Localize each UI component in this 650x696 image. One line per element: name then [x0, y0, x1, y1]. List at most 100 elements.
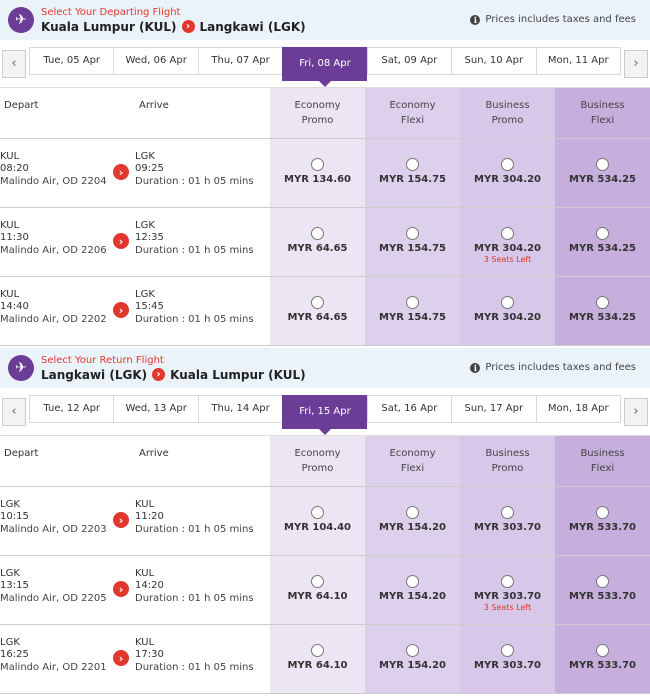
fare-radio-button[interactable]: [596, 158, 609, 171]
fare-cell[interactable]: MYR 104.40: [270, 487, 365, 555]
fare-radio-button[interactable]: [311, 644, 324, 657]
arrow-right-circle-icon: ›: [113, 650, 129, 666]
next-dates-button[interactable]: ›: [624, 397, 648, 426]
depart-info: KUL 11:30 Malindo Air, OD 2206: [0, 220, 107, 258]
fare-cell[interactable]: MYR 134.60: [270, 139, 365, 207]
fare-price: MYR 534.25: [569, 312, 636, 323]
fare-cell[interactable]: MYR 533.70: [555, 625, 650, 693]
fare-cell[interactable]: MYR 533.70: [555, 487, 650, 555]
next-dates-button[interactable]: ›: [624, 49, 648, 78]
fare-cell[interactable]: MYR 303.70: [460, 625, 555, 693]
fare-class-name: Economy: [294, 448, 341, 459]
date-tab[interactable]: Thu, 14 Apr: [197, 394, 283, 423]
date-tab[interactable]: Wed, 06 Apr: [113, 46, 198, 75]
fare-class-type: Promo: [491, 115, 524, 126]
arrive-info: KUL 17:30 Duration : 01 h 05 mins: [135, 637, 254, 675]
fare-cell[interactable]: MYR 154.75: [365, 277, 460, 345]
depart-info: LGK 13:15 Malindo Air, OD 2205: [0, 568, 107, 606]
prev-dates-button[interactable]: ‹: [2, 397, 26, 426]
fare-radio-button[interactable]: [406, 158, 419, 171]
prev-dates-button[interactable]: ‹: [2, 49, 26, 78]
date-tab[interactable]: Mon, 11 Apr: [535, 46, 621, 75]
depart-time: 10:15: [0, 511, 29, 522]
date-tab[interactable]: Thu, 07 Apr: [197, 46, 283, 75]
flight-row: KUL 08:20 Malindo Air, OD 2204 › LGK 09:25 Dur…: [0, 139, 650, 208]
date-tabs: Tue, 05 Apr Wed, 06 Apr Thu, 07 Apr Fri, 08…: [29, 46, 621, 87]
fare-radio-button[interactable]: [311, 227, 324, 240]
depart-cell: LGK 10:15 Malindo Air, OD 2203 ›: [0, 487, 135, 555]
fare-radio-button[interactable]: [596, 227, 609, 240]
fare-radio-button[interactable]: [311, 296, 324, 309]
chevron-left-icon: ‹: [11, 404, 17, 419]
fare-cell[interactable]: MYR 304.20: [460, 277, 555, 345]
fare-cell[interactable]: MYR 534.25: [555, 208, 650, 276]
date-tab[interactable]: Tue, 12 Apr: [29, 394, 114, 423]
fare-cell[interactable]: MYR 154.75: [365, 208, 460, 276]
depart-header: Depart: [4, 448, 39, 459]
date-tab[interactable]: Sun, 10 Apr: [451, 46, 536, 75]
plane-icon: ✈: [8, 355, 34, 381]
fare-cell[interactable]: MYR 64.65: [270, 277, 365, 345]
flight-duration: Duration : 01 h 05 mins: [135, 314, 254, 325]
fare-cell[interactable]: MYR 303.70: [460, 487, 555, 555]
fare-cell[interactable]: MYR 304.20: [460, 139, 555, 207]
fare-radio-button[interactable]: [501, 158, 514, 171]
fare-radio-button[interactable]: [311, 575, 324, 588]
fare-price: MYR 533.70: [569, 591, 636, 602]
arrow-right-circle-icon: ›: [113, 581, 129, 597]
fare-radio-button[interactable]: [501, 575, 514, 588]
fare-cell[interactable]: MYR 64.65: [270, 208, 365, 276]
arrow-right-circle-icon: ›: [181, 20, 195, 33]
arrow-right-circle-icon: ›: [152, 368, 166, 381]
date-tab[interactable]: Wed, 13 Apr: [113, 394, 198, 423]
price-info-text: Prices includes taxes and fees: [485, 362, 636, 373]
fare-radio-button[interactable]: [501, 644, 514, 657]
flight-row: KUL 14:40 Malindo Air, OD 2202 › LGK 15:45 Dur…: [0, 277, 650, 346]
depart-cell: KUL 08:20 Malindo Air, OD 2204 ›: [0, 139, 135, 207]
arrive-cell: LGK 15:45 Duration : 01 h 05 mins: [135, 277, 270, 345]
fare-cell[interactable]: MYR 304.20 3 Seats Left: [460, 208, 555, 276]
date-tab[interactable]: Fri, 15 Apr: [282, 394, 367, 435]
fare-radio-button[interactable]: [596, 644, 609, 657]
fare-radio-button[interactable]: [596, 296, 609, 309]
date-tab[interactable]: Sat, 16 Apr: [366, 394, 452, 423]
date-tab[interactable]: Fri, 08 Apr: [282, 46, 367, 87]
fare-column-header: Business Promo: [460, 88, 555, 138]
fare-cell[interactable]: MYR 64.10: [270, 556, 365, 624]
flight-row: KUL 11:30 Malindo Air, OD 2206 › LGK 12:35 Dur…: [0, 208, 650, 277]
fare-radio-button[interactable]: [406, 506, 419, 519]
fare-cell[interactable]: MYR 64.10: [270, 625, 365, 693]
flight-row: LGK 16:25 Malindo Air, OD 2201 › KUL 17:30 Dur…: [0, 625, 650, 694]
date-tab[interactable]: Mon, 18 Apr: [535, 394, 621, 423]
fare-radio-button[interactable]: [501, 227, 514, 240]
depart-time: 14:40: [0, 301, 29, 312]
fare-radio-button[interactable]: [406, 296, 419, 309]
fare-cell[interactable]: MYR 533.70: [555, 556, 650, 624]
fare-radio-button[interactable]: [406, 575, 419, 588]
flight-selection-page: ✈ Select Your Departing Flight Kuala Lum…: [0, 0, 650, 696]
fare-radio-button[interactable]: [596, 575, 609, 588]
fare-cell[interactable]: MYR 154.20: [365, 487, 460, 555]
fare-radio-button[interactable]: [501, 296, 514, 309]
fare-cell[interactable]: MYR 154.20: [365, 556, 460, 624]
date-tab[interactable]: Sun, 17 Apr: [451, 394, 536, 423]
arrive-info: LGK 12:35 Duration : 01 h 05 mins: [135, 220, 254, 258]
fare-cell[interactable]: MYR 154.75: [365, 139, 460, 207]
fare-radio-button[interactable]: [596, 506, 609, 519]
price-info: i Prices includes taxes and fees: [470, 362, 636, 373]
arrow-right-circle-icon: ›: [113, 164, 129, 180]
date-tab[interactable]: Sat, 09 Apr: [366, 46, 452, 75]
fare-radio-button[interactable]: [406, 227, 419, 240]
fare-radio-button[interactable]: [406, 644, 419, 657]
arrive-airport-code: LGK: [135, 220, 155, 231]
fare-cell[interactable]: MYR 534.25: [555, 139, 650, 207]
fare-cell[interactable]: MYR 154.20: [365, 625, 460, 693]
depart-cell: KUL 14:40 Malindo Air, OD 2202 ›: [0, 277, 135, 345]
fare-cell[interactable]: MYR 534.25: [555, 277, 650, 345]
fare-radio-button[interactable]: [311, 158, 324, 171]
date-tab[interactable]: Tue, 05 Apr: [29, 46, 114, 75]
depart-time: 16:25: [0, 649, 29, 660]
fare-cell[interactable]: MYR 303.70 3 Seats Left: [460, 556, 555, 624]
fare-radio-button[interactable]: [501, 506, 514, 519]
fare-radio-button[interactable]: [311, 506, 324, 519]
